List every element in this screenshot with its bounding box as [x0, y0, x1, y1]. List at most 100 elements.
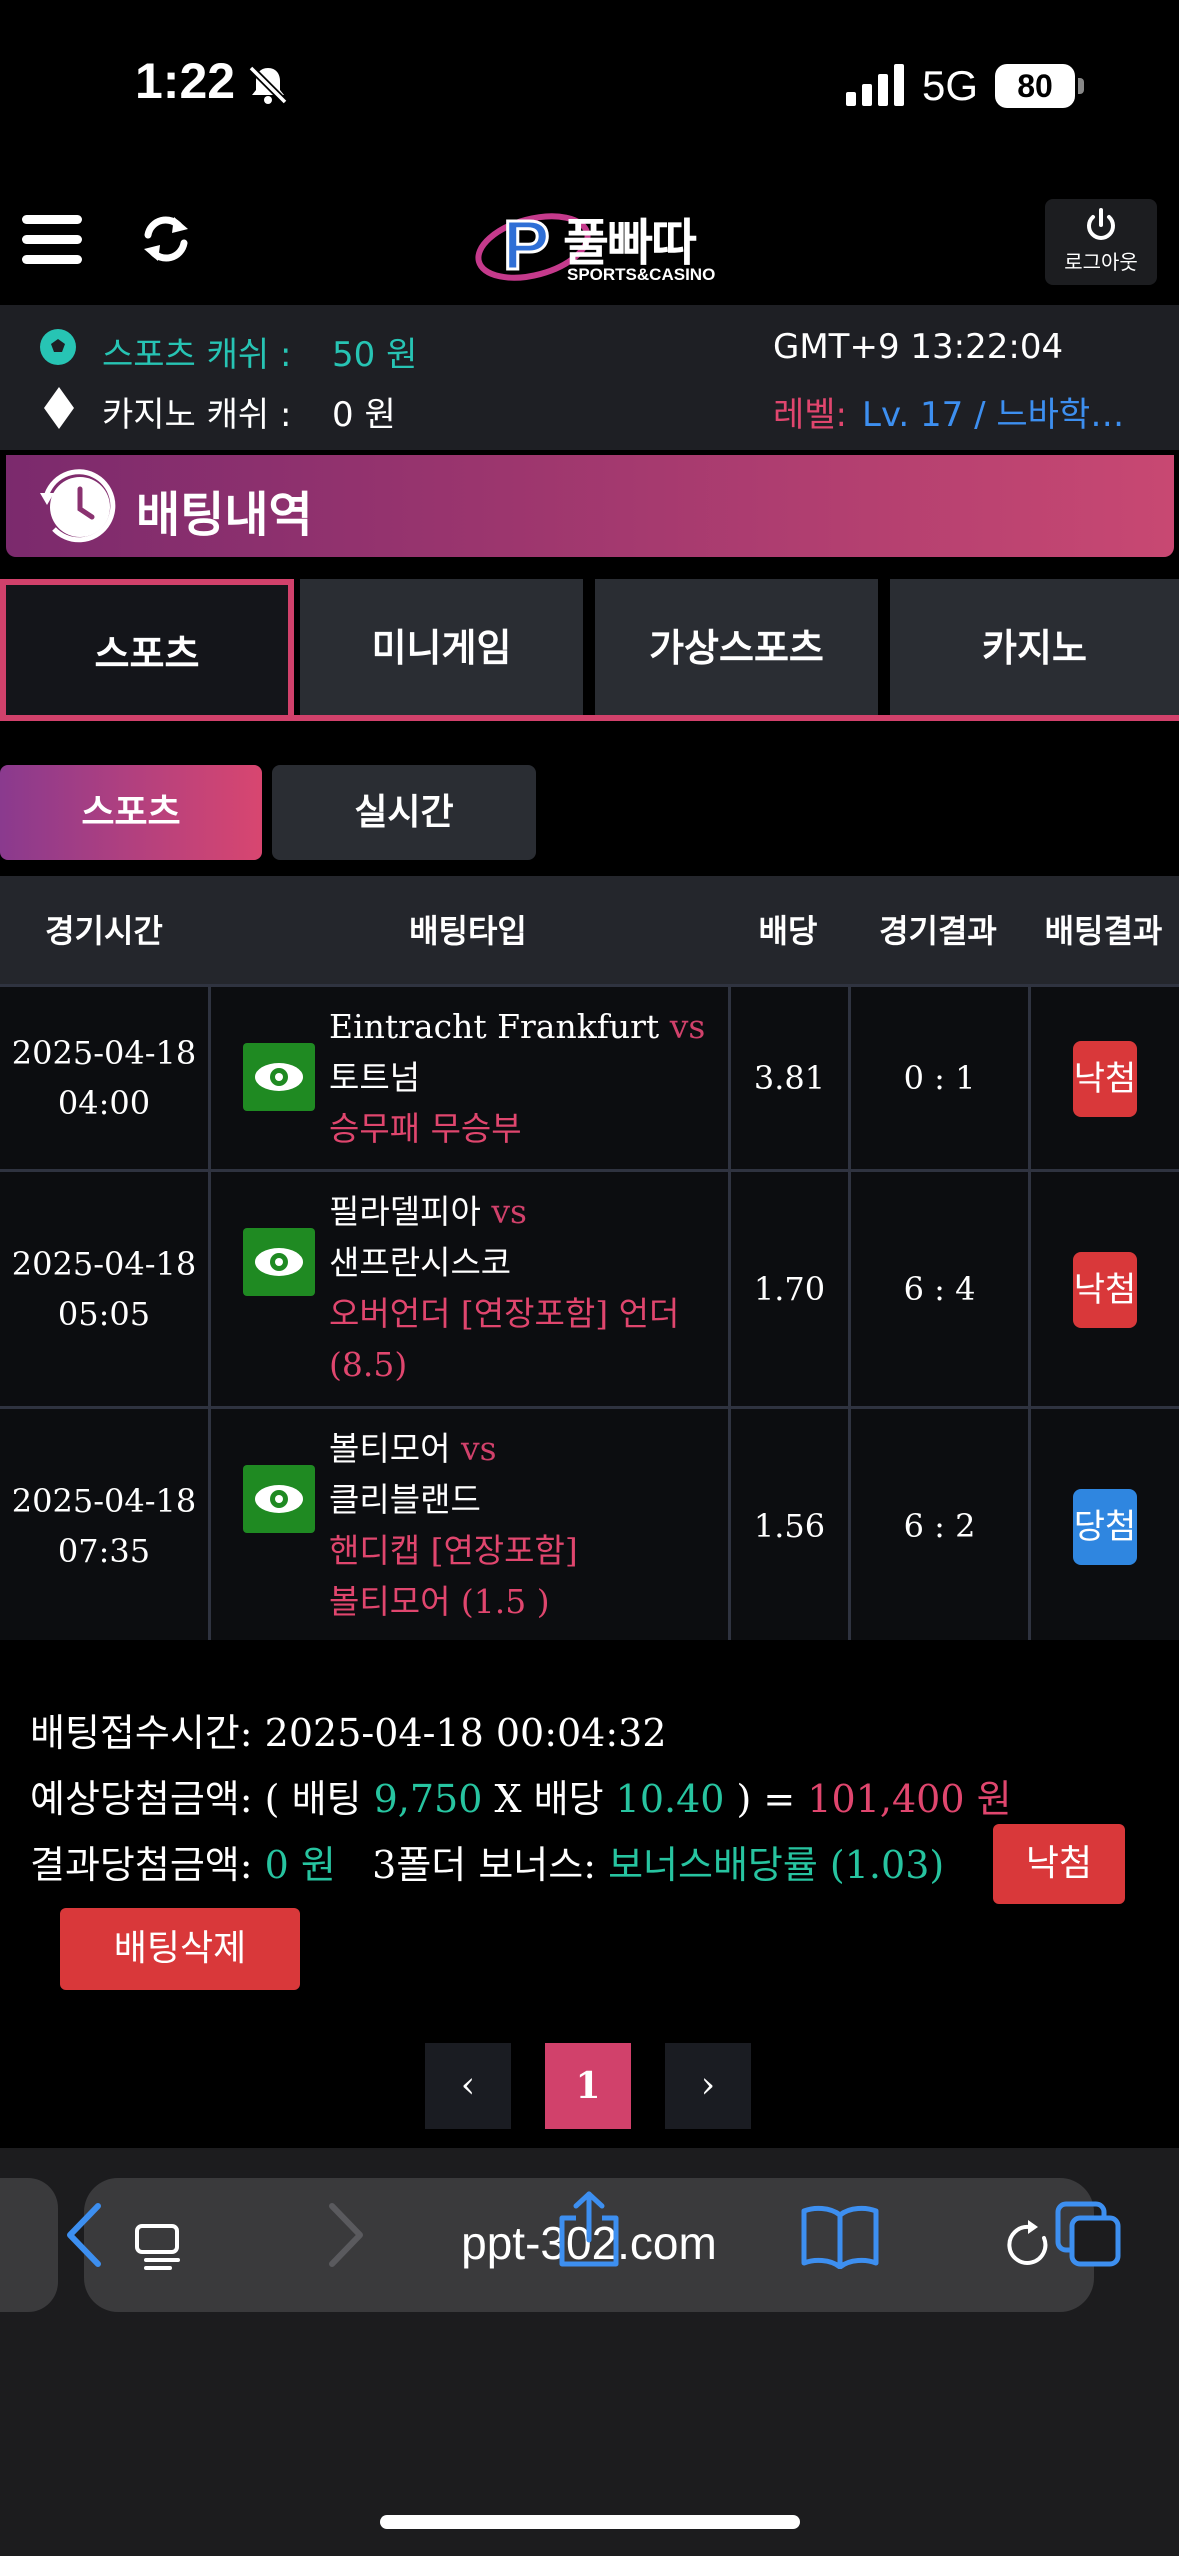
expected-amount: 101,400 원	[807, 1777, 1012, 1821]
casino-cash-value: 0 원	[332, 395, 396, 435]
bell-muted-icon	[248, 65, 288, 105]
bonus-label: 3폴더 보너스:	[372, 1843, 596, 1887]
sports-cash-label: 스포츠 캐쉬 :	[102, 335, 292, 375]
tab-virtual-sports[interactable]: 가상스포츠	[595, 579, 878, 717]
expected-win-label: 예상당첨금액:	[30, 1777, 253, 1821]
delete-bet-button[interactable]: 배팅삭제	[60, 1908, 300, 1990]
row-score: 6 : 4	[903, 1270, 976, 1308]
subtab-live[interactable]: 실시간	[272, 765, 536, 860]
bet-type: 핸디캡 [연장포함]	[329, 1531, 578, 1570]
soccer-ball-icon	[40, 329, 76, 365]
subtab-sports[interactable]: 스포츠	[0, 765, 262, 860]
level-value[interactable]: Lv. 17 / 느바학…	[862, 387, 1124, 436]
logout-button[interactable]: 로그아웃	[1045, 199, 1157, 285]
server-clock: GMT+9 13:22:04	[773, 327, 1064, 367]
row-score: 0 : 1	[903, 1059, 976, 1097]
table-header: 경기시간 배팅타입 배당 경기결과 배팅결과	[0, 876, 1179, 986]
expected-open: ( 배팅	[264, 1777, 362, 1821]
row-time: 05:05	[57, 1295, 151, 1333]
vs-label: vs	[460, 1429, 497, 1468]
received-time-value: 2025-04-18 00:04:32	[264, 1711, 667, 1755]
back-icon[interactable]	[62, 2200, 112, 2270]
away-team: 토트넘	[329, 1058, 421, 1097]
row-date: 2025-04-18	[11, 1034, 197, 1072]
app-header: P 풀빠따 SPORTS&CASINO 로그아웃	[0, 175, 1179, 305]
away-team: 클리블랜드	[329, 1480, 481, 1519]
category-tabs: 스포츠 미니게임 가상스포츠 카지노	[0, 575, 1179, 725]
bet-type: 승무패 무승부	[329, 1109, 522, 1148]
sports-cash-value: 50 원	[332, 335, 418, 375]
status-bar: 1:22 5G 80	[0, 0, 1179, 175]
received-time-label: 배팅접수시간:	[30, 1711, 253, 1755]
page-1-button[interactable]: 1	[545, 2043, 631, 2129]
row-odds: 3.81	[753, 1059, 826, 1097]
share-icon[interactable]	[556, 2190, 622, 2270]
times-odds-label: X 배당	[494, 1777, 604, 1821]
tab-sports[interactable]: 스포츠	[0, 579, 294, 717]
away-team: 샌프란시스코	[329, 1243, 512, 1282]
row-date: 2025-04-18	[11, 1245, 197, 1283]
svg-text:P: P	[503, 206, 550, 284]
row-odds: 1.70	[753, 1270, 826, 1308]
page-title: 배팅내역	[136, 487, 313, 543]
battery-cap-icon	[1078, 78, 1084, 94]
reload-icon[interactable]	[1002, 2218, 1056, 2272]
tab-casino[interactable]: 카지노	[890, 579, 1179, 717]
power-icon	[1087, 208, 1115, 240]
total-odds: 10.40	[615, 1777, 725, 1821]
next-page-button[interactable]: ›	[665, 2043, 751, 2129]
page-title-banner: 배팅내역	[6, 455, 1174, 557]
home-indicator	[380, 2515, 800, 2529]
vs-label: vs	[491, 1192, 527, 1231]
diamond-icon	[44, 387, 74, 429]
logout-label: 로그아웃	[1064, 250, 1138, 274]
col-header-odds: 배당	[758, 912, 818, 950]
col-header-time: 경기시간	[45, 912, 163, 950]
signal-icon	[846, 64, 904, 106]
table-row: 2025-04-18 07:35 볼티모어 vs 클리블랜드 핸디캡 [연장포함]…	[0, 1406, 1179, 1643]
previous-tab-peek[interactable]	[0, 2178, 58, 2312]
row-odds: 1.56	[753, 1507, 826, 1545]
bet-summary: 배팅접수시간: 2025-04-18 00:04:32 예상당첨금액: ( 배팅…	[0, 1640, 1179, 2000]
bet-type-line2: 볼티모어 (1.5 )	[329, 1582, 550, 1621]
bet-amount: 9,750	[373, 1777, 483, 1821]
view-eye-icon[interactable]	[243, 1465, 315, 1533]
result-badge: 당첨	[1073, 1489, 1137, 1565]
result-win-label: 결과당첨금액:	[30, 1843, 253, 1887]
bonus-value: 보너스배당률 (1.03)	[608, 1843, 945, 1887]
prev-page-button[interactable]: ‹	[425, 2043, 511, 2129]
bookmarks-icon[interactable]	[800, 2205, 880, 2269]
battery-level: 80	[995, 64, 1075, 108]
row-time: 04:00	[57, 1084, 151, 1122]
result-badge: 낙첨	[1073, 1252, 1137, 1328]
home-team: 볼티모어	[329, 1429, 451, 1468]
tabs-underline	[0, 715, 1179, 721]
col-header-bet-type: 배팅타입	[409, 912, 527, 950]
close-eq: ) =	[736, 1777, 796, 1821]
col-header-score: 경기결과	[879, 912, 997, 950]
logo-subtext: SPORTS&CASINO	[567, 265, 716, 284]
row-score: 6 : 2	[903, 1507, 976, 1545]
menu-icon[interactable]	[22, 215, 82, 265]
table-row: 2025-04-18 04:00 Eintracht Frankfurt vs 토…	[0, 984, 1179, 1169]
result-amount: 0 원	[264, 1843, 336, 1887]
level-label: 레벨:	[773, 395, 848, 435]
site-logo[interactable]: P 풀빠따 SPORTS&CASINO	[475, 195, 745, 295]
bet-type: 오버언더 [연장포함] 언더	[329, 1294, 680, 1333]
view-eye-icon[interactable]	[243, 1043, 315, 1111]
network-type: 5G	[922, 62, 979, 109]
col-header-result: 배팅결과	[1044, 912, 1163, 950]
account-info-bar: 스포츠 캐쉬 : 50 원 카지노 캐쉬 : 0 원 GMT+9 13:22:0…	[0, 305, 1179, 450]
row-time: 07:35	[57, 1532, 151, 1570]
tab-minigame[interactable]: 미니게임	[300, 579, 583, 717]
view-eye-icon[interactable]	[243, 1228, 315, 1296]
table-row: 2025-04-18 05:05 필라델피아 vs 샌프란시스코 오버언더 [연장…	[0, 1169, 1179, 1406]
row-date: 2025-04-18	[11, 1482, 197, 1520]
refresh-icon[interactable]	[138, 211, 194, 267]
vs-label: vs	[669, 1007, 706, 1046]
result-badge: 낙첨	[1073, 1041, 1137, 1117]
bet-type-line2: (8.5)	[329, 1345, 408, 1384]
tabs-icon[interactable]	[1054, 2200, 1124, 2270]
home-team: 필라델피아	[329, 1192, 481, 1231]
forward-icon[interactable]	[318, 2200, 368, 2270]
